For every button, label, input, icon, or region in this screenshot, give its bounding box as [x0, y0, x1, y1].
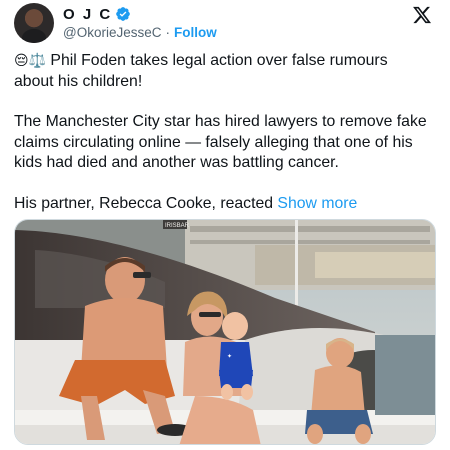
- tweet-tail-text: His partner, Rebecca Cooke, reacted: [14, 194, 274, 212]
- sign-text: IRISBAR: [165, 223, 190, 229]
- headline-emojis: 😔⚖️: [14, 52, 47, 68]
- tweet-header: O J C @OkorieJesseC · Follow: [14, 3, 438, 43]
- svg-text:✦: ✦: [227, 353, 232, 360]
- family-boat-photo: IRISBAR ✦: [15, 220, 435, 444]
- separator-dot: ·: [165, 25, 170, 40]
- author-info: O J C @OkorieJesseC · Follow: [63, 5, 217, 41]
- show-more-link[interactable]: Show more: [277, 195, 357, 212]
- display-name-row: O J C: [63, 5, 217, 23]
- handle-row: @OkorieJesseC · Follow: [63, 25, 217, 40]
- tweet-headline-paragraph: 😔⚖️ Phil Foden takes legal action over f…: [14, 51, 430, 92]
- tweet-tail: His partner, Rebecca Cooke, reacted Show…: [14, 194, 430, 215]
- tweet-text: 😔⚖️ Phil Foden takes legal action over f…: [14, 51, 430, 214]
- tweet-photo[interactable]: IRISBAR ✦: [14, 219, 436, 445]
- follow-button[interactable]: Follow: [174, 25, 217, 40]
- tweet-paragraph: The Manchester City star has hired lawye…: [14, 113, 427, 171]
- display-name[interactable]: O J C: [63, 6, 112, 23]
- verified-badge-icon: [116, 7, 131, 21]
- avatar[interactable]: [14, 3, 54, 43]
- x-logo-icon[interactable]: [412, 5, 432, 25]
- handle[interactable]: @OkorieJesseC: [63, 25, 161, 40]
- tweet-headline: Phil Foden takes legal action over false…: [14, 52, 388, 90]
